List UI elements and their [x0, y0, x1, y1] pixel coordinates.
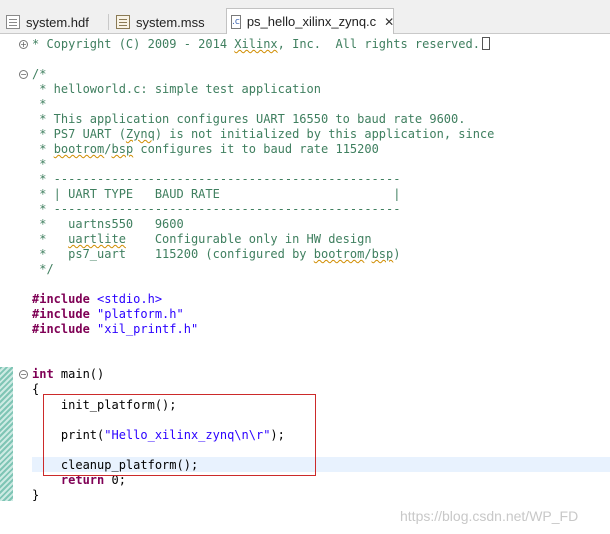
- code-line[interactable]: *: [32, 97, 46, 112]
- code-line[interactable]: * --------------------------------------…: [32, 172, 400, 187]
- code-line[interactable]: * | UART TYPE BAUD RATE |: [32, 187, 400, 202]
- code-line[interactable]: * This application configures UART 16550…: [32, 112, 465, 127]
- code-line[interactable]: * PS7 UART (Zynq) is not initialized by …: [32, 127, 494, 142]
- code-line-include[interactable]: #include "xil_printf.h": [32, 322, 198, 337]
- code-line[interactable]: /*: [32, 67, 46, 82]
- collapse-fold-icon[interactable]: −: [19, 70, 28, 79]
- hdf-file-icon: [6, 15, 20, 29]
- code-line[interactable]: */: [32, 262, 53, 277]
- highlight-annotation-box: [43, 394, 316, 476]
- code-line-main[interactable]: int main(): [32, 367, 104, 382]
- collapse-fold-icon[interactable]: −: [19, 370, 28, 379]
- tab-ps-hello-xilinx-zynq-c[interactable]: .c ps_hello_xilinx_zynq.c ✕: [226, 8, 394, 34]
- code-line-include[interactable]: #include "platform.h": [32, 307, 184, 322]
- code-line[interactable]: {: [32, 382, 39, 397]
- close-icon[interactable]: ✕: [384, 15, 394, 29]
- tab-label: system.mss: [136, 14, 205, 30]
- code-line[interactable]: * ps7_uart 115200 (configured by bootrom…: [32, 247, 400, 262]
- tab-label: system.hdf: [26, 14, 89, 30]
- code-line[interactable]: * uartns550 9600: [32, 217, 184, 232]
- folded-block-marker[interactable]: [481, 37, 490, 50]
- tab-system-mss[interactable]: system.mss: [112, 10, 224, 34]
- code-line[interactable]: * helloworld.c: simple test application: [32, 82, 321, 97]
- tab-separator: [108, 14, 109, 30]
- change-marker-bar: [0, 367, 13, 501]
- code-line[interactable]: * uartlite Configurable only in HW desig…: [32, 232, 371, 247]
- tab-system-hdf[interactable]: system.hdf: [2, 10, 106, 34]
- editor-tab-bar: system.hdf system.mss .c ps_hello_xilinx…: [0, 0, 610, 34]
- code-line[interactable]: * --------------------------------------…: [32, 202, 400, 217]
- mss-file-icon: [116, 15, 130, 29]
- c-file-icon: .c: [231, 14, 241, 29]
- watermark: https://blog.csdn.net/WP_FD: [400, 508, 579, 524]
- expand-fold-icon[interactable]: +: [19, 40, 28, 49]
- code-line-include[interactable]: #include <stdio.h>: [32, 292, 162, 307]
- code-line[interactable]: * bootrom/bsp configures it to baud rate…: [32, 142, 379, 157]
- code-line[interactable]: *: [32, 157, 46, 172]
- code-line[interactable]: * Copyright (C) 2009 - 2014 Xilinx, Inc.…: [32, 37, 490, 52]
- code-line[interactable]: }: [32, 488, 39, 503]
- tab-label: ps_hello_xilinx_zynq.c: [246, 14, 377, 29]
